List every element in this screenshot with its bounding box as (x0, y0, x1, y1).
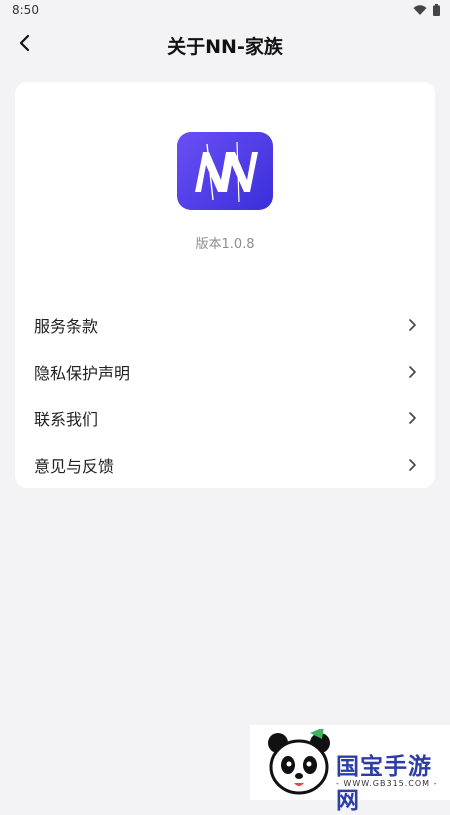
menu-list: 服务条款 隐私保护声明 联系我们 意见与反馈 (15, 302, 435, 488)
menu-item-terms[interactable]: 服务条款 (15, 302, 435, 349)
watermark-url: - WWW.GB315.COM - (336, 779, 438, 788)
wifi-icon (413, 4, 427, 15)
menu-item-feedback[interactable]: 意见与反馈 (15, 442, 435, 489)
chevron-right-icon (409, 412, 416, 425)
menu-item-privacy[interactable]: 隐私保护声明 (15, 349, 435, 396)
battery-icon (433, 4, 440, 16)
chevron-right-icon (409, 319, 416, 332)
panda-icon (268, 729, 330, 795)
app-version: 版本1.0.8 (195, 237, 255, 252)
status-time: 8:50 (12, 3, 39, 17)
menu-item-contact[interactable]: 联系我们 (15, 395, 435, 442)
page-title: 关于NN-家族 (167, 36, 283, 58)
menu-item-label: 服务条款 (34, 317, 99, 337)
menu-item-label: 隐私保护声明 (34, 363, 131, 383)
menu-item-label: 联系我们 (34, 410, 99, 430)
watermark: 国宝手游网 - WWW.GB315.COM - (250, 725, 450, 814)
status-icons (413, 4, 440, 16)
chevron-right-icon (409, 458, 416, 471)
menu-item-label: 意见与反馈 (34, 456, 115, 476)
top-app-bar: 关于NN-家族 (0, 22, 450, 67)
app-logo-icon (177, 132, 273, 210)
status-bar: 8:50 (0, 0, 450, 22)
chevron-right-icon (409, 365, 416, 378)
about-card: 版本1.0.8 服务条款 隐私保护声明 联系我们 意见与反馈 (15, 82, 435, 488)
